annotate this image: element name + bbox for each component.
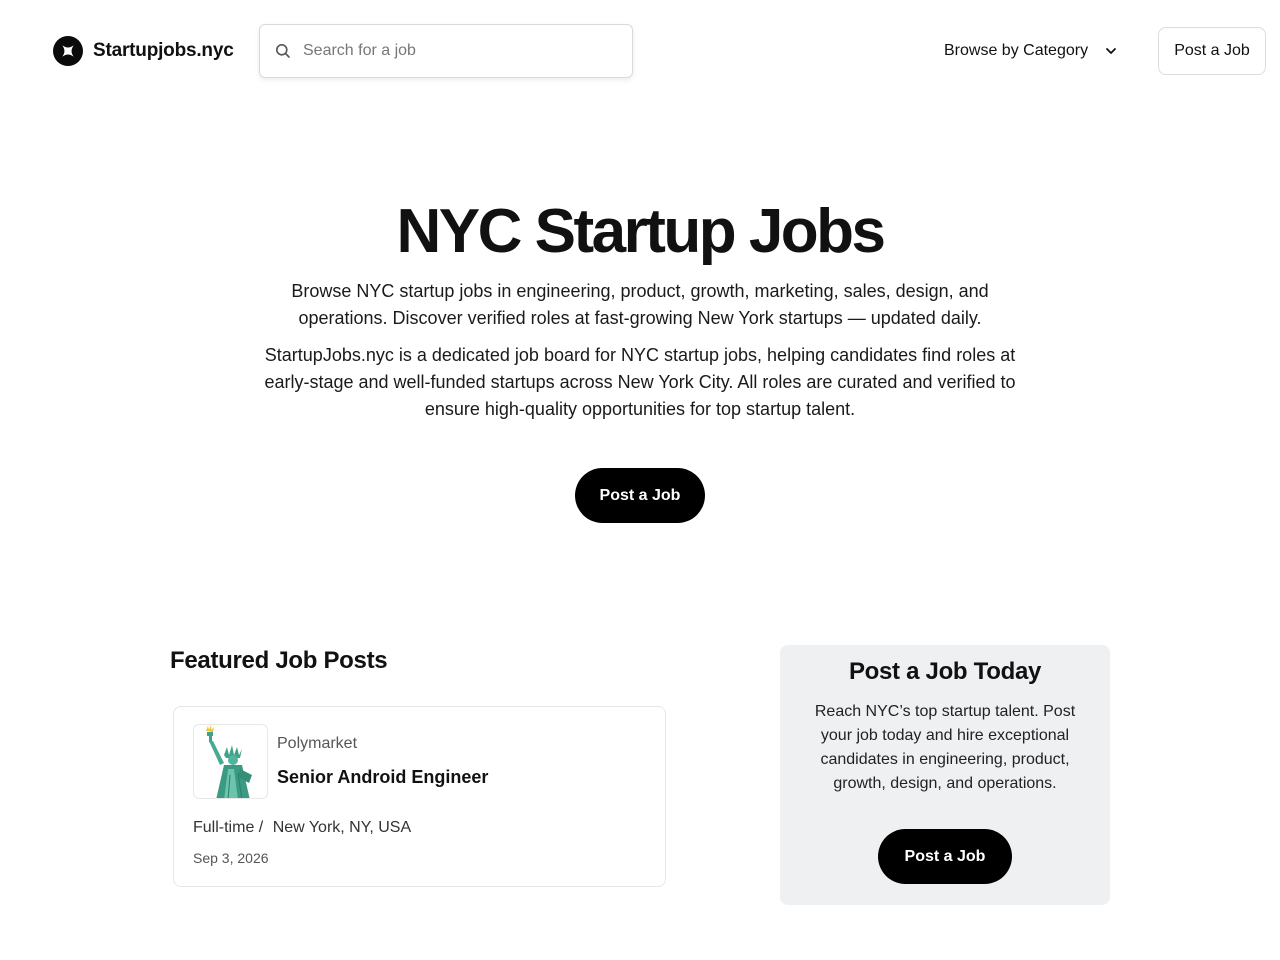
hero-about-text: StartupJobs.nyc is a dedicated job board… xyxy=(264,345,1016,419)
post-job-promo-panel: Post a Job Today Reach NYC’s top startup… xyxy=(780,645,1110,905)
job-location: New York, NY, USA xyxy=(272,819,412,836)
site-header: Startupjobs.nyc Browse by Category Post … xyxy=(0,0,1280,100)
company-name: Polymarket xyxy=(277,735,358,752)
employment-type: Full-time / xyxy=(193,819,264,836)
browse-by-category-label: Browse by Category xyxy=(944,42,1089,59)
job-card[interactable]: Polymarket Senior Android Engineer Full-… xyxy=(173,706,666,887)
post-job-button-hero[interactable]: Post a Job xyxy=(575,468,705,523)
page-title: NYC Startup Jobs xyxy=(396,197,886,266)
search-input[interactable] xyxy=(301,41,601,61)
chevron-down-icon xyxy=(1104,44,1118,58)
featured-jobs-heading: Featured Job Posts xyxy=(170,647,388,674)
search-box[interactable] xyxy=(259,24,633,78)
statue-of-liberty-icon xyxy=(193,724,268,799)
hero-description: Browse NYC startup jobs in engineering, … xyxy=(291,281,989,328)
promo-title: Post a Job Today xyxy=(848,658,1042,685)
job-meta: Full-time / New York, NY, USA xyxy=(193,819,411,837)
search-icon xyxy=(275,43,291,59)
job-title[interactable]: Senior Android Engineer xyxy=(277,767,488,788)
browse-by-category-dropdown[interactable]: Browse by Category xyxy=(944,40,1118,62)
job-date: Sep 3, 2026 xyxy=(193,850,269,866)
promo-description: Reach NYC’s top startup talent. Post you… xyxy=(814,703,1076,792)
brand-name: Startupjobs.nyc xyxy=(93,40,234,61)
post-job-button-promo[interactable]: Post a Job xyxy=(878,829,1012,884)
star-logo-icon xyxy=(53,36,83,66)
brand-logo-link[interactable]: Startupjobs.nyc xyxy=(53,36,234,66)
post-job-button-header[interactable]: Post a Job xyxy=(1158,27,1266,75)
